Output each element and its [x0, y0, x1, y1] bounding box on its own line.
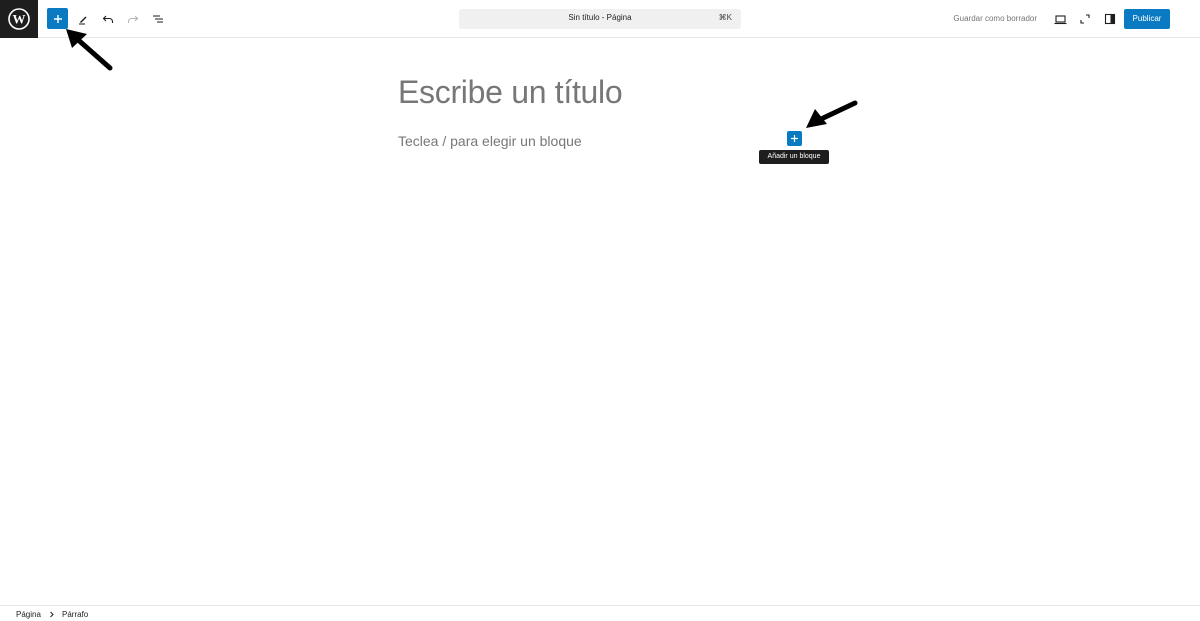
undo-icon [102, 15, 114, 23]
add-block-button[interactable] [787, 131, 802, 146]
editor-header: W Sin título - Página ⌘K Guardar como bo… [0, 0, 1200, 38]
settings-sidebar-button[interactable] [1099, 8, 1121, 30]
wordpress-logo-button[interactable]: W [0, 0, 38, 38]
wordpress-icon: W [8, 8, 30, 30]
plus-icon [53, 14, 62, 23]
view-page-button[interactable] [1074, 8, 1096, 30]
redo-button[interactable] [122, 8, 144, 30]
default-block-appender[interactable]: Teclea / para elegir un bloque [398, 133, 582, 149]
add-block-tooltip: Añadir un bloque [759, 150, 829, 164]
document-overview-button[interactable] [147, 8, 169, 30]
publish-button[interactable]: Publicar [1124, 9, 1170, 29]
document-bar[interactable]: Sin título - Página ⌘K [459, 9, 741, 29]
command-palette-shortcut: ⌘K [718, 13, 732, 22]
breadcrumb-item-paragraph[interactable]: Párrafo [62, 610, 88, 619]
redo-icon [127, 15, 139, 23]
sidebar-icon [1104, 13, 1116, 25]
breadcrumb-item-page[interactable]: Página [16, 610, 41, 619]
pencil-icon [79, 16, 87, 25]
chevron-right-icon [50, 611, 54, 618]
desktop-icon [1054, 14, 1066, 24]
list-view-icon [153, 15, 163, 23]
svg-text:W: W [13, 12, 26, 27]
plus-icon [791, 135, 798, 142]
document-title: Sin título - Página [568, 13, 632, 22]
block-breadcrumb: Página Párrafo [0, 605, 1200, 621]
post-title-input[interactable]: Escribe un título [398, 74, 623, 111]
external-link-icon [1080, 14, 1090, 24]
annotation-arrow-add-block [806, 100, 858, 128]
save-draft-button[interactable]: Guardar como borrador [953, 14, 1037, 23]
preview-button[interactable] [1049, 8, 1071, 30]
annotation-arrow-inserter [66, 29, 113, 71]
